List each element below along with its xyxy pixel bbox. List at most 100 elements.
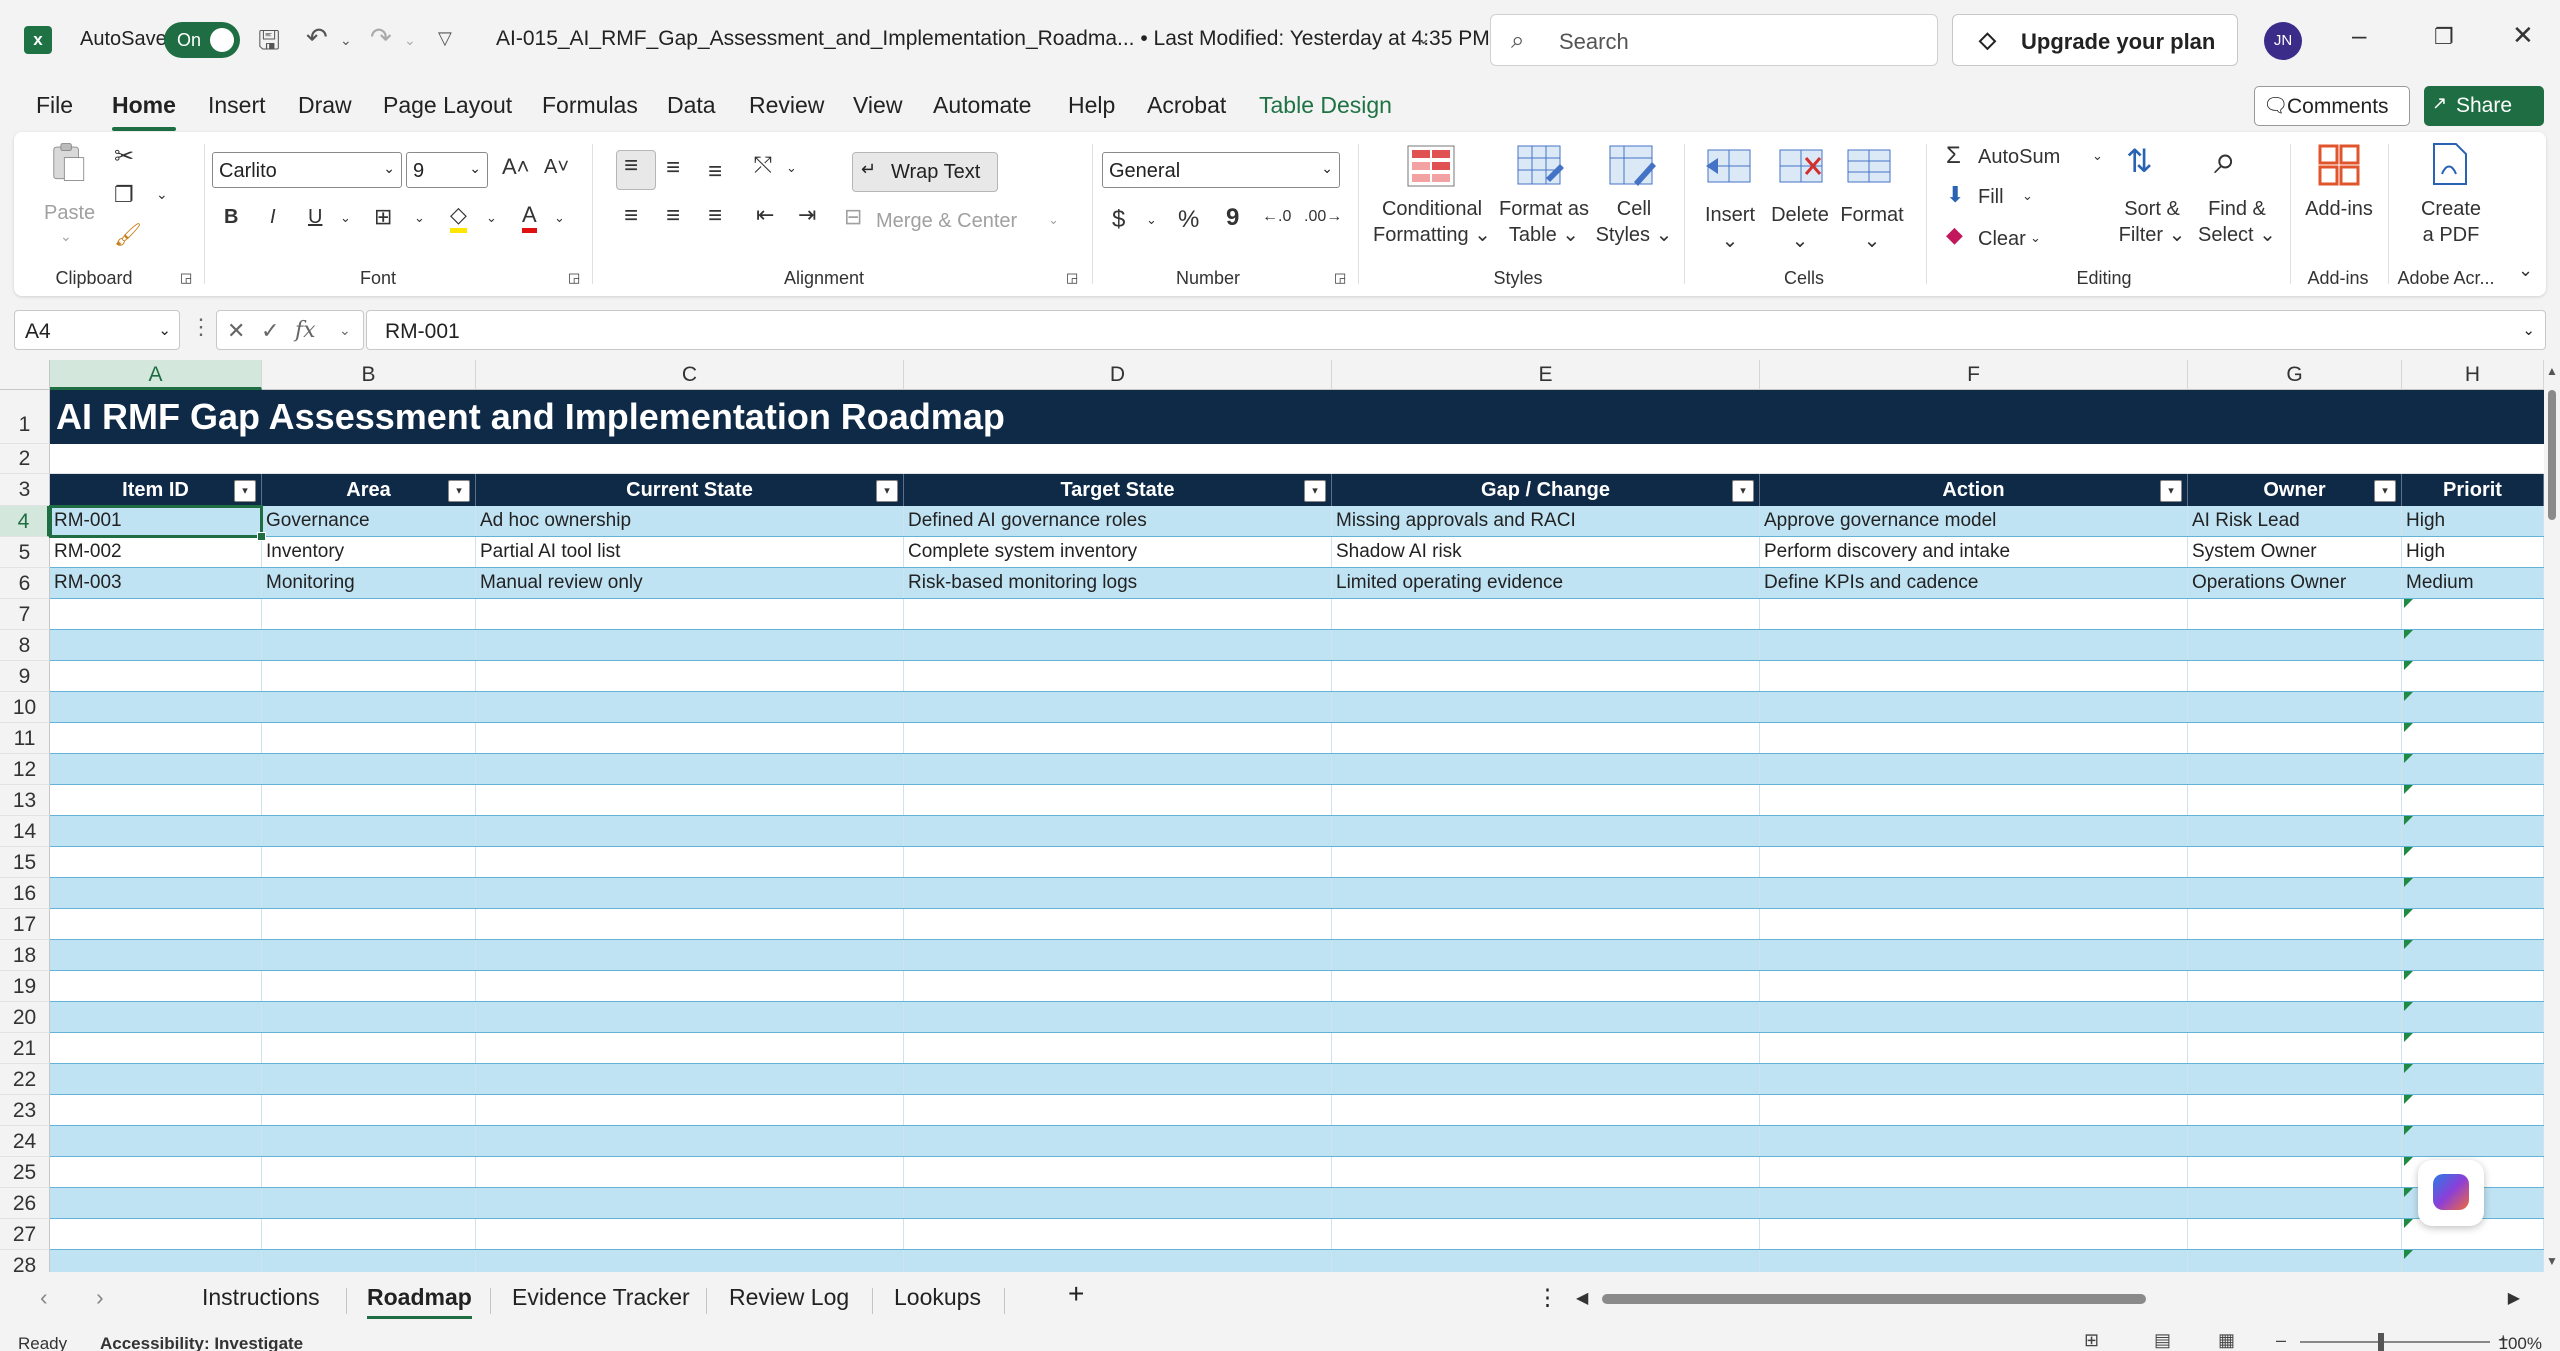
create-pdf-button[interactable]: Create a PDF: [2406, 196, 2496, 248]
next-sheet-icon[interactable]: ›: [96, 1284, 104, 1311]
delete-cells-button[interactable]: Delete ⌄: [1770, 202, 1830, 254]
table-cell[interactable]: [2402, 847, 2544, 877]
orientation-icon[interactable]: ⤲: [754, 152, 772, 178]
table-cell[interactable]: [50, 630, 262, 660]
number-launcher-icon[interactable]: ◲: [1334, 270, 1346, 286]
table-cell[interactable]: [904, 1219, 1332, 1249]
table-cell[interactable]: [50, 692, 262, 722]
table-cell[interactable]: [2188, 909, 2402, 939]
table-cell[interactable]: [2188, 847, 2402, 877]
tab-table-design[interactable]: Table Design: [1259, 92, 1392, 119]
table-cell[interactable]: [2188, 599, 2402, 629]
table-cell[interactable]: [904, 1064, 1332, 1094]
table-row[interactable]: [50, 1002, 2544, 1033]
table-cell[interactable]: [1760, 971, 2188, 1001]
table-cell[interactable]: Ad hoc ownership: [476, 506, 904, 536]
table-header-cell[interactable]: Current State: [476, 474, 904, 506]
page-layout-view-icon[interactable]: ▤: [2154, 1330, 2171, 1351]
eraser-icon[interactable]: ◆: [1946, 222, 1963, 248]
table-row[interactable]: [50, 692, 2544, 723]
table-header-cell[interactable]: Action: [1760, 474, 2188, 506]
tab-automate[interactable]: Automate: [933, 92, 1031, 119]
row-header[interactable]: 4: [0, 506, 50, 537]
copilot-button[interactable]: [2418, 1160, 2484, 1226]
table-cell[interactable]: [476, 971, 904, 1001]
table-header-cell[interactable]: Target State: [904, 474, 1332, 506]
table-cell[interactable]: Inventory: [262, 537, 476, 567]
row-header[interactable]: 15: [0, 847, 50, 878]
clipboard-launcher-icon[interactable]: ◲: [180, 270, 192, 286]
table-cell[interactable]: [1332, 785, 1760, 815]
increase-font-icon[interactable]: A˄: [502, 154, 530, 180]
table-header-cell[interactable]: Gap / Change: [1332, 474, 1760, 506]
table-cell[interactable]: [2188, 1219, 2402, 1249]
table-cell[interactable]: [262, 1250, 476, 1272]
table-cell[interactable]: [904, 1157, 1332, 1187]
table-cell[interactable]: [1332, 816, 1760, 846]
table-cell[interactable]: [1332, 1033, 1760, 1063]
name-box[interactable]: A4 ⌄: [14, 310, 180, 350]
table-cell[interactable]: [50, 1250, 262, 1272]
table-cell[interactable]: [1760, 1126, 2188, 1156]
table-row[interactable]: RM-001 Governance Ad hoc ownership Defined …: [50, 506, 2544, 537]
autosave-toggle[interactable]: On: [164, 22, 240, 58]
undo-icon[interactable]: ↶: [306, 22, 328, 53]
merge-icon[interactable]: ⊟: [844, 204, 862, 230]
table-cell[interactable]: [262, 661, 476, 691]
row-header[interactable]: 9: [0, 661, 50, 692]
font-launcher-icon[interactable]: ◲: [568, 270, 580, 286]
cell-styles-icon[interactable]: [1608, 144, 1658, 188]
fill-color-dropdown-icon[interactable]: ⌄: [486, 210, 497, 226]
row-header[interactable]: 12: [0, 754, 50, 785]
table-cell[interactable]: [1332, 754, 1760, 784]
table-cell[interactable]: [904, 1095, 1332, 1125]
table-cell[interactable]: RM-001: [50, 506, 262, 536]
table-cell[interactable]: Approve governance model: [1760, 506, 2188, 536]
select-all-corner[interactable]: [0, 360, 50, 390]
underline-button[interactable]: U: [308, 206, 322, 229]
table-cell[interactable]: [50, 723, 262, 753]
sort-filter-button[interactable]: Sort & Filter ⌄: [2114, 196, 2190, 248]
table-row[interactable]: [50, 847, 2544, 878]
table-cell[interactable]: [476, 661, 904, 691]
table-cell[interactable]: Limited operating evidence: [1332, 568, 1760, 598]
currency-button[interactable]: $: [1112, 206, 1125, 234]
avatar[interactable]: JN: [2264, 22, 2302, 60]
insert-function-button[interactable]: fx: [295, 318, 316, 343]
table-cell[interactable]: [1760, 630, 2188, 660]
tab-options-icon[interactable]: ⋮: [1536, 1284, 1559, 1311]
row-header[interactable]: 19: [0, 971, 50, 1002]
table-cell[interactable]: [2402, 1064, 2544, 1094]
table-row[interactable]: [50, 1033, 2544, 1064]
column-header-d[interactable]: D: [904, 360, 1332, 390]
borders-icon[interactable]: ⊞: [374, 204, 392, 230]
enter-icon[interactable]: ✓: [261, 318, 279, 344]
align-center-icon[interactable]: ≡: [666, 202, 680, 230]
comments-button[interactable]: 🗨 Comments: [2254, 86, 2410, 126]
table-cell[interactable]: [2188, 1002, 2402, 1032]
insert-cells-button[interactable]: Insert ⌄: [1700, 202, 1760, 254]
table-cell[interactable]: Monitoring: [262, 568, 476, 598]
customize-toolbar-icon[interactable]: ▽: [438, 28, 452, 49]
table-cell[interactable]: [1760, 1157, 2188, 1187]
tab-page-layout[interactable]: Page Layout: [383, 92, 512, 119]
accessibility-status[interactable]: Accessibility: Investigate: [100, 1334, 303, 1351]
table-cell[interactable]: [262, 723, 476, 753]
table-cell[interactable]: [262, 816, 476, 846]
table-cell[interactable]: [2188, 1033, 2402, 1063]
filter-dropdown-icon[interactable]: ▾: [2374, 480, 2396, 502]
table-cell[interactable]: [1760, 1188, 2188, 1218]
table-cell[interactable]: [904, 754, 1332, 784]
table-cell[interactable]: [1760, 1064, 2188, 1094]
filter-dropdown-icon[interactable]: ▾: [1732, 480, 1754, 502]
row-header[interactable]: 11: [0, 723, 50, 754]
table-cell[interactable]: [2402, 723, 2544, 753]
row-header[interactable]: 21: [0, 1033, 50, 1064]
row-header[interactable]: 8: [0, 630, 50, 661]
table-cell[interactable]: [904, 816, 1332, 846]
table-cell[interactable]: [1760, 1219, 2188, 1249]
upgrade-plan-button[interactable]: ◇ Upgrade your plan: [1952, 14, 2238, 66]
add-ins-button[interactable]: Add-ins: [2298, 196, 2380, 222]
zoom-out-icon[interactable]: –: [2276, 1330, 2286, 1351]
bottom-align-icon[interactable]: ≡: [708, 158, 722, 186]
